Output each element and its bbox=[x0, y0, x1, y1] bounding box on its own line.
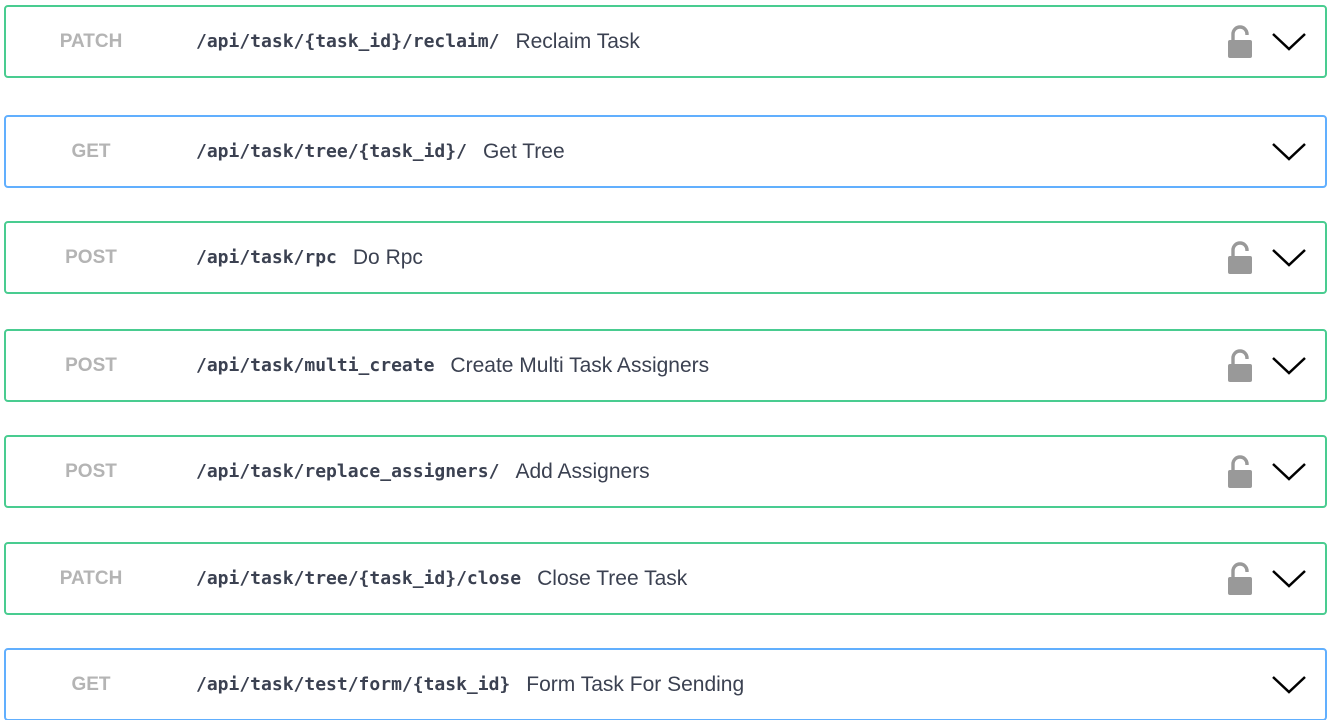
operation-block[interactable]: GET /api/task/test/form/{task_id} Form T… bbox=[4, 648, 1327, 720]
unlock-icon[interactable] bbox=[1227, 24, 1253, 59]
chevron-down-icon[interactable] bbox=[1271, 568, 1307, 590]
operation-controls bbox=[1227, 437, 1307, 506]
operation-path: /api/task/tree/{task_id}/close bbox=[196, 568, 522, 589]
chevron-down-icon[interactable] bbox=[1271, 355, 1307, 377]
operation-controls bbox=[1271, 650, 1307, 719]
operation-path: /api/task/tree/{task_id}/ bbox=[196, 141, 467, 162]
method-badge: POST bbox=[65, 246, 117, 268]
operation-summary: Do Rpc bbox=[352, 245, 423, 269]
chevron-down-icon[interactable] bbox=[1271, 247, 1307, 269]
operations-list: PATCH /api/task/{task_id}/reclaim/ Recla… bbox=[0, 0, 1333, 720]
chevron-down-icon[interactable] bbox=[1271, 31, 1307, 53]
operation-controls bbox=[1227, 7, 1307, 76]
method-badge: POST bbox=[65, 354, 117, 376]
unlock-icon[interactable] bbox=[1227, 454, 1253, 489]
method-badge: PATCH bbox=[59, 30, 123, 52]
method-badge: PATCH bbox=[59, 567, 123, 589]
operation-block[interactable]: GET /api/task/tree/{task_id}/ Get Tree bbox=[4, 115, 1327, 188]
operation-controls bbox=[1227, 223, 1307, 292]
chevron-down-icon[interactable] bbox=[1271, 141, 1307, 163]
operation-summary: Form Task For Sending bbox=[526, 672, 745, 696]
unlock-icon[interactable] bbox=[1227, 348, 1253, 383]
operation-path: /api/task/{task_id}/reclaim/ bbox=[196, 31, 500, 52]
method-badge: POST bbox=[65, 460, 117, 482]
operation-controls bbox=[1227, 331, 1307, 400]
operation-block[interactable]: PATCH /api/task/tree/{task_id}/close Clo… bbox=[4, 542, 1327, 615]
unlock-icon[interactable] bbox=[1227, 561, 1253, 596]
operation-summary: Reclaim Task bbox=[515, 29, 640, 53]
operation-path: /api/task/test/form/{task_id} bbox=[196, 674, 511, 695]
chevron-down-icon[interactable] bbox=[1271, 461, 1307, 483]
method-badge: GET bbox=[71, 673, 111, 695]
unlock-icon[interactable] bbox=[1227, 240, 1253, 275]
operation-controls bbox=[1271, 117, 1307, 186]
operation-summary: Close Tree Task bbox=[537, 566, 688, 590]
operation-summary: Create Multi Task Assigners bbox=[450, 353, 710, 377]
chevron-down-icon[interactable] bbox=[1271, 674, 1307, 696]
operation-block[interactable]: POST /api/task/rpc Do Rpc bbox=[4, 221, 1327, 294]
operation-path: /api/task/rpc bbox=[196, 247, 337, 268]
operation-block[interactable]: PATCH /api/task/{task_id}/reclaim/ Recla… bbox=[4, 5, 1327, 78]
operation-path: /api/task/replace_assigners/ bbox=[196, 461, 500, 482]
operation-block[interactable]: POST /api/task/multi_create Create Multi… bbox=[4, 329, 1327, 402]
method-badge: GET bbox=[71, 140, 111, 162]
operation-summary: Add Assigners bbox=[515, 459, 650, 483]
operation-summary: Get Tree bbox=[482, 139, 565, 163]
operation-path: /api/task/multi_create bbox=[196, 355, 435, 376]
operation-block[interactable]: POST /api/task/replace_assigners/ Add As… bbox=[4, 435, 1327, 508]
operation-controls bbox=[1227, 544, 1307, 613]
